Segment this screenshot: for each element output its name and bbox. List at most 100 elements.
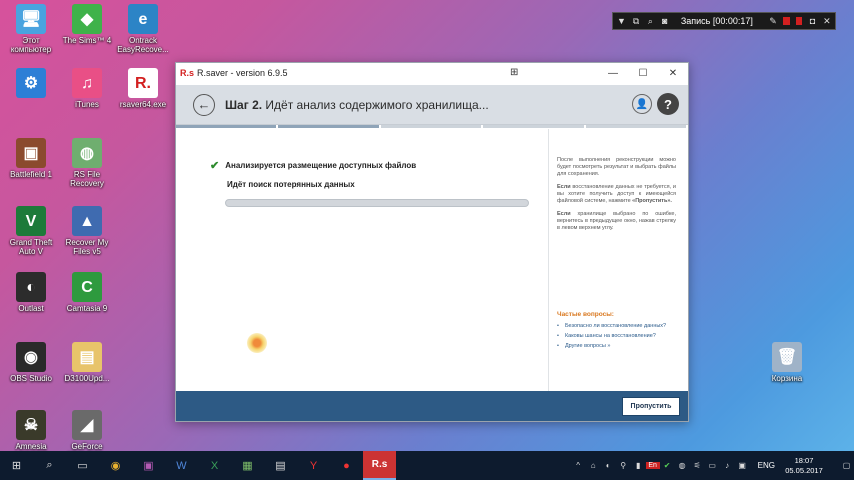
volume-icon[interactable]: ♪ bbox=[720, 461, 735, 470]
screen-recorder-toolbar: ▼ ⧉ ⌕ ◙ Запись [00:00:17] ✎ ◘ ✕ bbox=[612, 12, 836, 30]
wifi-icon[interactable]: ⚟ bbox=[690, 461, 705, 470]
desktop-icon[interactable]: 🗑 Корзина bbox=[756, 342, 818, 383]
faq-link[interactable]: • Каковы шансы на восстановление? bbox=[557, 333, 681, 340]
obs-recorder-icon[interactable]: ● bbox=[330, 451, 363, 480]
info-paragraph-3: Если хранилище выбрано по ошибке, вернит… bbox=[557, 211, 676, 232]
floppy-app-icon[interactable]: ▣ bbox=[132, 451, 165, 480]
info-bold-if: Если bbox=[557, 211, 571, 217]
globe-icon[interactable]: ◍ bbox=[675, 461, 690, 470]
photo-app-icon[interactable]: ▦ bbox=[231, 451, 264, 480]
clock[interactable]: 18:07 05.05.2017 bbox=[783, 456, 825, 476]
tray-app-icon[interactable]: ▮ bbox=[631, 461, 646, 470]
network-icon[interactable]: ⌂ bbox=[586, 461, 601, 470]
back-arrow-icon[interactable]: ← bbox=[193, 93, 215, 116]
clock-time: 18:07 bbox=[794, 455, 814, 465]
wizard-step-segment bbox=[585, 125, 687, 128]
check-tray-icon[interactable]: ✔ bbox=[660, 461, 675, 470]
faq-link-label[interactable]: Другие вопросы » bbox=[565, 343, 610, 349]
info-text: хранилище выбрано по ошибке, вернитесь в… bbox=[557, 211, 676, 231]
desktop-app-icon: 🖥 bbox=[16, 4, 46, 34]
rsaver-taskbar-icon[interactable]: R.s bbox=[363, 451, 396, 480]
desktop-app-icon: ▣ bbox=[16, 138, 46, 168]
desktop-icon[interactable]: ◐ Outlast bbox=[0, 272, 62, 313]
wizard-step-segment bbox=[380, 125, 482, 128]
user-icon[interactable]: 👤 bbox=[632, 94, 652, 114]
window-icon[interactable]: ⧉ bbox=[632, 16, 640, 26]
minimize-button[interactable]: — bbox=[598, 63, 628, 83]
step-header: ← Шаг 2. Идёт анализ содержимого хранили… bbox=[176, 85, 688, 125]
desktop-app-icon: ▤ bbox=[72, 342, 102, 372]
steam-icon[interactable]: ◐ bbox=[601, 461, 616, 470]
usb-icon[interactable]: ⚲ bbox=[616, 461, 631, 470]
task-view-icon[interactable]: ▭ bbox=[66, 451, 99, 480]
dropdown-icon[interactable]: ▼ bbox=[617, 16, 626, 26]
video-editor-icon[interactable]: ▤ bbox=[264, 451, 297, 480]
battery-icon[interactable]: ▭ bbox=[705, 461, 720, 470]
faq-link[interactable]: • Безопасно ли восстановление данных? bbox=[557, 323, 681, 330]
check-icon: ✔ bbox=[210, 160, 220, 172]
desktop-icon[interactable]: ☠ Amnesia bbox=[0, 410, 62, 451]
mouse-cursor-highlight bbox=[247, 333, 267, 353]
desktop-app-icon: ⚙ bbox=[16, 68, 46, 98]
desktop-app-icon: ◢ bbox=[72, 410, 102, 440]
desktop-icon-label: OBS Studio bbox=[10, 374, 52, 383]
faq-link-label[interactable]: Каковы шансы на восстановление? bbox=[565, 333, 656, 339]
yandex-browser-icon[interactable]: Y bbox=[297, 451, 330, 480]
close-button[interactable]: ✕ bbox=[658, 63, 688, 83]
desktop-icon-label: Recover My Files v5 bbox=[65, 238, 109, 256]
search-icon[interactable]: ⌕ bbox=[33, 451, 66, 480]
help-icon[interactable]: ? bbox=[657, 93, 679, 115]
windows-start-icon[interactable]: ⊞ bbox=[0, 451, 33, 480]
chrome-icon[interactable]: ◉ bbox=[99, 451, 132, 480]
desktop-icon[interactable]: ◆ The Sims™ 4 bbox=[56, 4, 118, 45]
title-bar[interactable]: R.s R.saver - version 6.9.5 ⊞ — ☐ ✕ bbox=[176, 63, 688, 83]
wizard-step-segment bbox=[176, 125, 277, 128]
desktop-icon[interactable]: R. rsaver64.exe bbox=[112, 68, 174, 109]
task-done: ✔ Анализируется размещение доступных фай… bbox=[210, 159, 416, 172]
maximize-button[interactable]: ☐ bbox=[628, 63, 658, 83]
desktop-app-icon: ◆ bbox=[72, 4, 102, 34]
info-sidebar: После выполнения реконструкции можно буд… bbox=[548, 129, 688, 391]
stop-record-icon[interactable] bbox=[783, 17, 790, 25]
pause-record-icon[interactable] bbox=[795, 17, 803, 25]
system-tray: ^ ⌂ ◐ ⚲ ▮ En ✔ ◍ ⚟ ▭ ♪ ▣ ENG 18:07 05.05… bbox=[571, 451, 854, 480]
info-skip-ref: «Пропустить». bbox=[632, 198, 672, 204]
language-indicator[interactable]: ENG bbox=[758, 461, 775, 470]
word-icon[interactable]: W bbox=[165, 451, 198, 480]
step-description: Идёт анализ содержимого хранилища... bbox=[265, 97, 489, 112]
desktop-icon-label: rsaver64.exe bbox=[119, 100, 167, 109]
desktop-icon-label: Корзина bbox=[771, 374, 803, 383]
desktop-icon[interactable]: ▤ D3100Upd... bbox=[56, 342, 118, 383]
desktop-icon[interactable]: ⚙ bbox=[0, 68, 62, 100]
desktop-app-icon: e bbox=[128, 4, 158, 34]
monitor-icon[interactable]: ▣ bbox=[735, 461, 750, 470]
desktop-app-icon: ◐ bbox=[16, 272, 46, 302]
desktop-icon[interactable]: ♫ iTunes bbox=[56, 68, 118, 109]
faq-link-label[interactable]: Безопасно ли восстановление данных? bbox=[565, 323, 666, 329]
pen-icon[interactable]: ✎ bbox=[769, 16, 777, 26]
step-number: Шаг 2. bbox=[225, 97, 263, 112]
desktop-icon[interactable]: ▲ Recover My Files v5 bbox=[56, 206, 118, 256]
desktop-app-icon: ☠ bbox=[16, 410, 46, 440]
zoom-icon[interactable]: ⌕ bbox=[646, 16, 654, 26]
skip-button[interactable]: Пропустить bbox=[622, 397, 680, 416]
screenshot-icon[interactable]: ◘ bbox=[808, 16, 816, 26]
desktop-app-icon: 🗑 bbox=[772, 342, 802, 372]
desktop-icon[interactable]: C Camtasia 9 bbox=[56, 272, 118, 313]
close-icon[interactable]: ✕ bbox=[823, 16, 831, 26]
desktop-icon[interactable]: ▣ Battlefield 1 bbox=[0, 138, 62, 179]
faq-link[interactable]: • Другие вопросы » bbox=[557, 343, 681, 350]
chevron-up-icon[interactable]: ^ bbox=[571, 461, 586, 470]
desktop-icon[interactable]: 🖥 Этот компьютер bbox=[0, 4, 62, 54]
desktop-icon[interactable]: ◉ OBS Studio bbox=[0, 342, 62, 383]
desktop-icon[interactable]: V Grand Theft Auto V bbox=[0, 206, 62, 256]
en-badge[interactable]: En bbox=[645, 462, 660, 469]
camera-icon[interactable]: ◙ bbox=[661, 16, 669, 26]
desktop-icon[interactable]: ◍ RS File Recovery bbox=[56, 138, 118, 188]
notifications-icon[interactable]: ▢ bbox=[839, 461, 854, 470]
excel-icon[interactable]: X bbox=[198, 451, 231, 480]
info-bold-if: Если bbox=[557, 184, 571, 190]
desktop-icon[interactable]: e Ontrack EasyRecove... bbox=[112, 4, 174, 54]
pin-icon[interactable]: ⊞ bbox=[510, 67, 518, 78]
clock-date: 05.05.2017 bbox=[785, 465, 823, 475]
